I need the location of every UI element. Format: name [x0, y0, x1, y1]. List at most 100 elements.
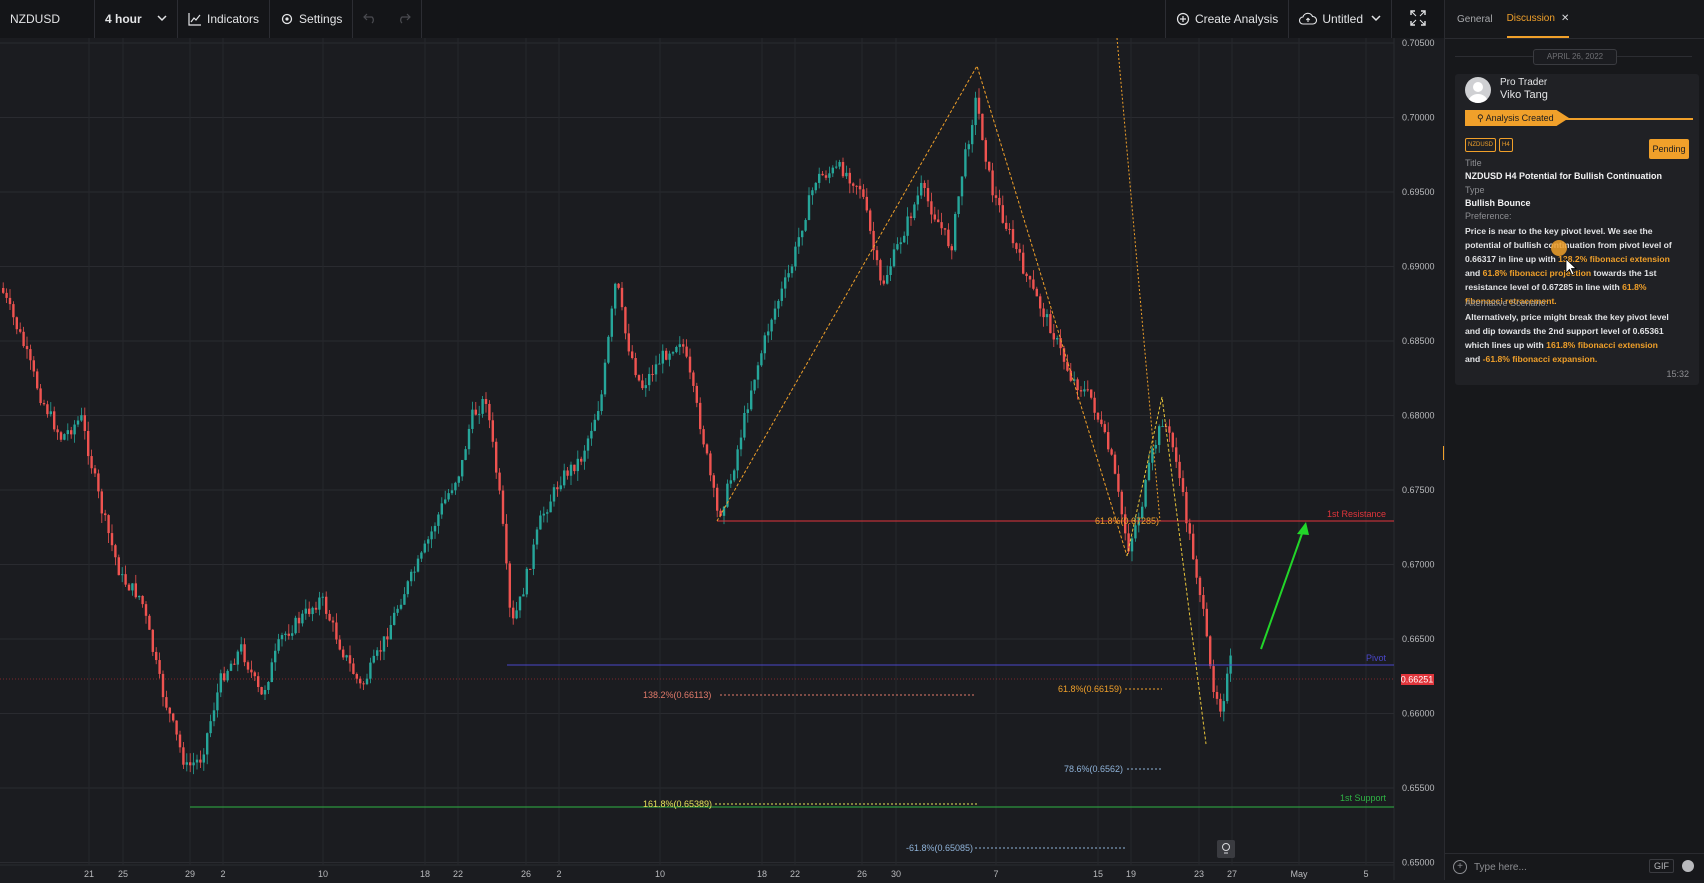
candle-body [821, 173, 824, 176]
candle-body [304, 608, 307, 614]
candle-body [277, 639, 280, 651]
candle-body [688, 356, 692, 373]
lightbulb-icon[interactable] [1217, 840, 1235, 858]
candle-body [192, 762, 195, 766]
candle-body [427, 539, 430, 544]
candle-body [437, 514, 440, 526]
candle-body [671, 352, 675, 354]
price-tick: 0.65000 [1402, 858, 1435, 868]
candle-body [219, 673, 222, 693]
candlestick-chart[interactable]: 1st Resistance Pivot 1st Support 61.8%(0… [0, 37, 1444, 880]
candle-body [1056, 338, 1059, 340]
time-tick: 22 [453, 869, 463, 879]
candle-body [131, 583, 134, 591]
candle-body [325, 596, 328, 614]
fullscreen-button[interactable] [1392, 0, 1444, 38]
candle-body [1079, 390, 1083, 392]
candle-body [39, 388, 42, 403]
candle-body [32, 360, 35, 372]
candle-body [1198, 577, 1202, 596]
candle-body [450, 490, 454, 494]
candle-body [93, 468, 97, 474]
candle-body [794, 246, 797, 267]
pending-status-button[interactable]: Pending [1649, 139, 1689, 159]
candle-body [848, 172, 851, 184]
tab-general[interactable]: General [1457, 0, 1493, 38]
fib-line [1116, 37, 1161, 522]
candle-body [756, 365, 760, 380]
candle-body [563, 470, 566, 486]
candle-body [1008, 228, 1011, 230]
candle-body [22, 331, 25, 347]
candle-body [1005, 222, 1008, 229]
candle-body [539, 515, 542, 530]
candle-body [406, 581, 409, 595]
candle-body [457, 476, 460, 483]
indicators-button[interactable]: Indicators [178, 0, 269, 38]
symbol-selector[interactable]: NZDUSD [0, 0, 94, 38]
candle-body [29, 349, 32, 361]
tab-discussion[interactable]: Discussion ✕ [1506, 0, 1570, 38]
candle-body [614, 283, 617, 309]
message-input[interactable]: Type here... [1474, 862, 1654, 873]
time-tick: 21 [84, 869, 94, 879]
text-segment: and [1465, 268, 1483, 278]
chevron-down-icon [1371, 12, 1381, 26]
time-tick: 18 [757, 869, 767, 879]
settings-button[interactable]: Settings [270, 0, 352, 38]
undo-button[interactable] [353, 0, 387, 38]
interval-dropdown[interactable]: 4 hour [95, 0, 177, 38]
cloud-upload-icon [1299, 12, 1318, 26]
price-tick: 0.68500 [1402, 336, 1435, 346]
candle-body [168, 707, 171, 714]
gif-button[interactable]: GIF [1649, 859, 1674, 873]
create-analysis-button[interactable]: Create Analysis [1166, 0, 1288, 38]
candle-body [665, 350, 668, 360]
candle-body [773, 308, 777, 320]
price-chart[interactable]: 1st Resistance Pivot 1st Support 61.8%(0… [0, 37, 1444, 880]
candle-body [46, 404, 49, 415]
candle-body [223, 673, 226, 681]
candle-body [379, 650, 382, 652]
redo-button[interactable] [387, 0, 421, 38]
candle-body [767, 331, 770, 336]
candle-body [631, 351, 634, 359]
candle-body [90, 456, 93, 469]
candle-body [70, 430, 73, 435]
candle-body [505, 523, 508, 564]
candle-body [835, 166, 838, 168]
candle-body [896, 244, 899, 250]
projection-pattern[interactable] [1126, 396, 1207, 745]
candle-body [328, 613, 331, 621]
candle-body [331, 620, 335, 623]
candle-body [104, 513, 107, 516]
add-attachment-icon[interactable]: + [1453, 860, 1467, 874]
candle-body [590, 430, 593, 439]
candle-body [712, 475, 715, 488]
projection-arrow[interactable] [1260, 527, 1305, 650]
candle-body [318, 597, 321, 610]
candle-body [920, 182, 923, 196]
candle-body [651, 373, 654, 375]
candle-body [525, 568, 528, 595]
candle-body [991, 170, 994, 196]
price-tick: 0.66500 [1402, 634, 1435, 644]
emoji-icon[interactable] [1682, 860, 1694, 872]
candle-body [984, 140, 987, 162]
time-tick: 23 [1194, 869, 1204, 879]
candle-body [790, 266, 794, 274]
candle-body [471, 409, 474, 429]
candle-body [25, 346, 29, 350]
candle-body [607, 336, 610, 363]
layout-dropdown[interactable]: Untitled [1289, 0, 1391, 38]
candle-body [386, 636, 389, 640]
candle-body [580, 458, 583, 462]
fib-label: 61.8%(0.67285) [1095, 516, 1159, 526]
candle-body [1096, 412, 1100, 420]
candle-body [257, 676, 260, 688]
candle-body [1215, 691, 1219, 699]
candle-body [155, 651, 158, 661]
close-icon[interactable]: ✕ [1561, 13, 1569, 24]
candle-body [478, 413, 481, 415]
candle-body [216, 692, 219, 711]
